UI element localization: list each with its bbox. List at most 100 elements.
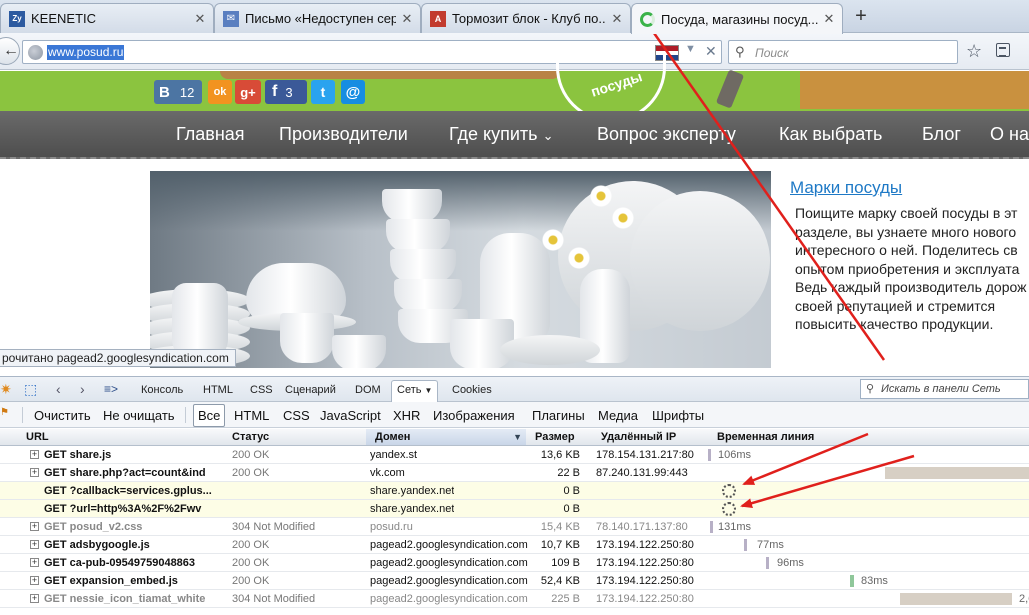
bookmarks-menu-icon[interactable]	[996, 43, 1010, 57]
request-remote-ip: 173.194.122.250:80	[596, 575, 694, 587]
request-remote-ip: 173.194.122.250:80	[596, 539, 694, 551]
close-icon[interactable]: ✕	[610, 11, 624, 27]
request-domain: share.yandex.net	[370, 503, 455, 515]
vk-share-button[interactable]: B 12	[154, 80, 202, 104]
filter-xhr[interactable]: XHR	[393, 408, 420, 423]
request-url: GET adsbygoogle.js	[44, 539, 150, 551]
menu-item-blog[interactable]: Блог	[922, 124, 961, 145]
menu-item-home[interactable]: Главная	[176, 124, 245, 145]
bookmark-star-icon[interactable]: ☆	[966, 41, 982, 62]
filter-css[interactable]: CSS	[283, 408, 310, 423]
timeline-bar	[710, 521, 713, 533]
column-header-url[interactable]: URL	[26, 431, 49, 443]
clear-button[interactable]: Очистить	[34, 408, 91, 423]
share-count: 3	[285, 84, 293, 100]
firebug-icon[interactable]: ✷	[0, 381, 12, 398]
expand-icon[interactable]: +	[30, 576, 39, 585]
close-icon[interactable]: ✕	[193, 11, 207, 27]
mail-ru-icon: @	[345, 83, 361, 101]
search-icon: ⚲	[866, 383, 875, 395]
tab-keenetic[interactable]: Zy KEENETIC ✕	[0, 3, 214, 33]
back-button[interactable]: ←	[0, 37, 20, 65]
timeline-bar	[900, 593, 1012, 605]
mail-icon: ✉	[223, 10, 239, 27]
panel-tab-script[interactable]: Сценарий	[285, 384, 336, 396]
panel-search-input[interactable]: ⚲ Искать в панели Сеть	[860, 379, 1029, 399]
hero-image-dishes[interactable]	[150, 171, 771, 368]
expand-icon[interactable]: +	[30, 540, 39, 549]
twitter-share-button[interactable]: t	[311, 80, 335, 104]
filter-all[interactable]: Все	[193, 404, 226, 427]
table-row[interactable]: GET ?callback=services.gplus... share.yan…	[0, 482, 1029, 500]
site-main-menu: Главная Производители Где купить ⌄ Вопро…	[0, 111, 1029, 159]
net-table-header: ▼ URL Статус Домен Размер Удалённый IP В…	[0, 429, 1029, 446]
expand-icon[interactable]: +	[30, 450, 39, 459]
inspect-icon[interactable]: ⬚	[24, 381, 37, 398]
odnoklassniki-share-button[interactable]: ok	[208, 80, 232, 104]
expand-icon[interactable]: +	[30, 522, 39, 531]
url-text[interactable]: www.posud.ru	[47, 45, 125, 60]
panel-tab-net[interactable]: Сеть ▼	[391, 380, 439, 403]
close-icon[interactable]: ✕	[400, 11, 414, 27]
google-plus-share-button[interactable]: g+	[235, 80, 261, 104]
expand-icon[interactable]: +	[30, 594, 39, 603]
filter-javascript[interactable]: JavaScript	[320, 408, 381, 423]
facebook-share-button[interactable]: f 3	[265, 80, 307, 104]
mail-ru-share-button[interactable]: @	[341, 80, 365, 104]
new-tab-button[interactable]: +	[850, 6, 872, 28]
brands-link[interactable]: Марки посуды	[790, 178, 902, 198]
filter-media[interactable]: Медиа	[598, 408, 638, 423]
chevron-down-icon: ⌄	[542, 128, 554, 143]
tab-mail[interactable]: ✉ Письмо «Недоступен сер... ✕	[214, 3, 421, 33]
tab-bar: Zy KEENETIC ✕ ✉ Письмо «Недоступен сер..…	[0, 0, 1029, 34]
column-header-domain[interactable]: Домен	[375, 431, 410, 443]
request-size: 13,6 KB	[540, 449, 580, 461]
panel-search-placeholder: Искать в панели Сеть	[881, 383, 1001, 395]
expand-icon[interactable]: +	[30, 468, 39, 477]
table-row[interactable]: + GET expansion_embed.js 200 OK pagead2.goo…	[0, 572, 1029, 590]
arrow-right-icon[interactable]: ›	[80, 381, 85, 397]
search-input[interactable]: ⚲ Поиск	[728, 40, 958, 64]
table-row[interactable]: GET ?url=http%3A%2F%2Fwv share.yandex.net…	[0, 500, 1029, 518]
menu-item-how-to-choose[interactable]: Как выбрать	[779, 124, 882, 145]
filter-html[interactable]: HTML	[234, 408, 269, 423]
panel-tab-cookies[interactable]: Cookies	[452, 384, 492, 396]
panel-tab-css[interactable]: CSS	[250, 384, 273, 396]
persist-button[interactable]: Не очищать	[103, 408, 175, 423]
xhr-icon[interactable]: ⚑	[0, 407, 9, 418]
filter-images[interactable]: Изображения	[433, 408, 515, 423]
forum-icon: A	[430, 10, 446, 27]
menu-item-about[interactable]: О на	[990, 124, 1029, 145]
column-header-timeline[interactable]: Временная линия	[717, 431, 814, 443]
panel-tab-dom[interactable]: DOM	[355, 384, 381, 396]
menu-item-manufacturers[interactable]: Производители	[279, 124, 408, 145]
panel-tab-console[interactable]: Консоль	[141, 384, 183, 396]
table-row[interactable]: + GET adsbygoogle.js 200 OK pagead2.googles…	[0, 536, 1029, 554]
arrow-left-icon[interactable]: ‹	[56, 381, 61, 397]
table-row[interactable]: + GET posud_v2.css 304 Not Modified posud.r…	[0, 518, 1029, 536]
menu-item-where-to-buy[interactable]: Где купить ⌄	[449, 124, 553, 145]
panel-tab-html[interactable]: HTML	[203, 384, 233, 396]
expand-icon[interactable]: +	[30, 558, 39, 567]
filter-fonts[interactable]: Шрифты	[652, 408, 704, 423]
tab-title: Посуда, магазины посуд...	[661, 11, 818, 27]
odnoklassniki-icon: ok	[213, 86, 227, 98]
table-row[interactable]: + GET share.php?act=count&ind 200 OK vk.com…	[0, 464, 1029, 482]
command-line-icon[interactable]: ≡>	[104, 382, 118, 396]
timeline-duration: 106ms	[718, 449, 752, 461]
tab-posud[interactable]: Посуда, магазины посуд... ✕	[631, 3, 843, 34]
menu-item-ask-expert[interactable]: Вопрос эксперту	[597, 124, 736, 145]
column-header-status[interactable]: Статус	[232, 431, 269, 443]
tab-forum[interactable]: A Тормозит блок - Клуб по... ✕	[421, 3, 631, 33]
twitter-icon: t	[320, 84, 326, 100]
filter-plugins[interactable]: Плагины	[532, 408, 585, 423]
table-row[interactable]: + GET ca-pub-09549759048863 200 OK pagead2.…	[0, 554, 1029, 572]
table-row[interactable]: + GET nessie_icon_tiamat_white 304 Not Mod…	[0, 590, 1029, 608]
close-icon[interactable]: ✕	[705, 43, 717, 60]
request-domain: vk.com	[370, 467, 405, 479]
table-row[interactable]: + GET share.js 200 OK yandex.st 13,6 KB 178.1…	[0, 446, 1029, 464]
column-header-size[interactable]: Размер	[535, 431, 575, 443]
column-header-remote-ip[interactable]: Удалённый IP	[601, 431, 676, 443]
dropdown-icon[interactable]: ▼	[685, 43, 696, 55]
close-icon[interactable]: ✕	[822, 11, 836, 27]
